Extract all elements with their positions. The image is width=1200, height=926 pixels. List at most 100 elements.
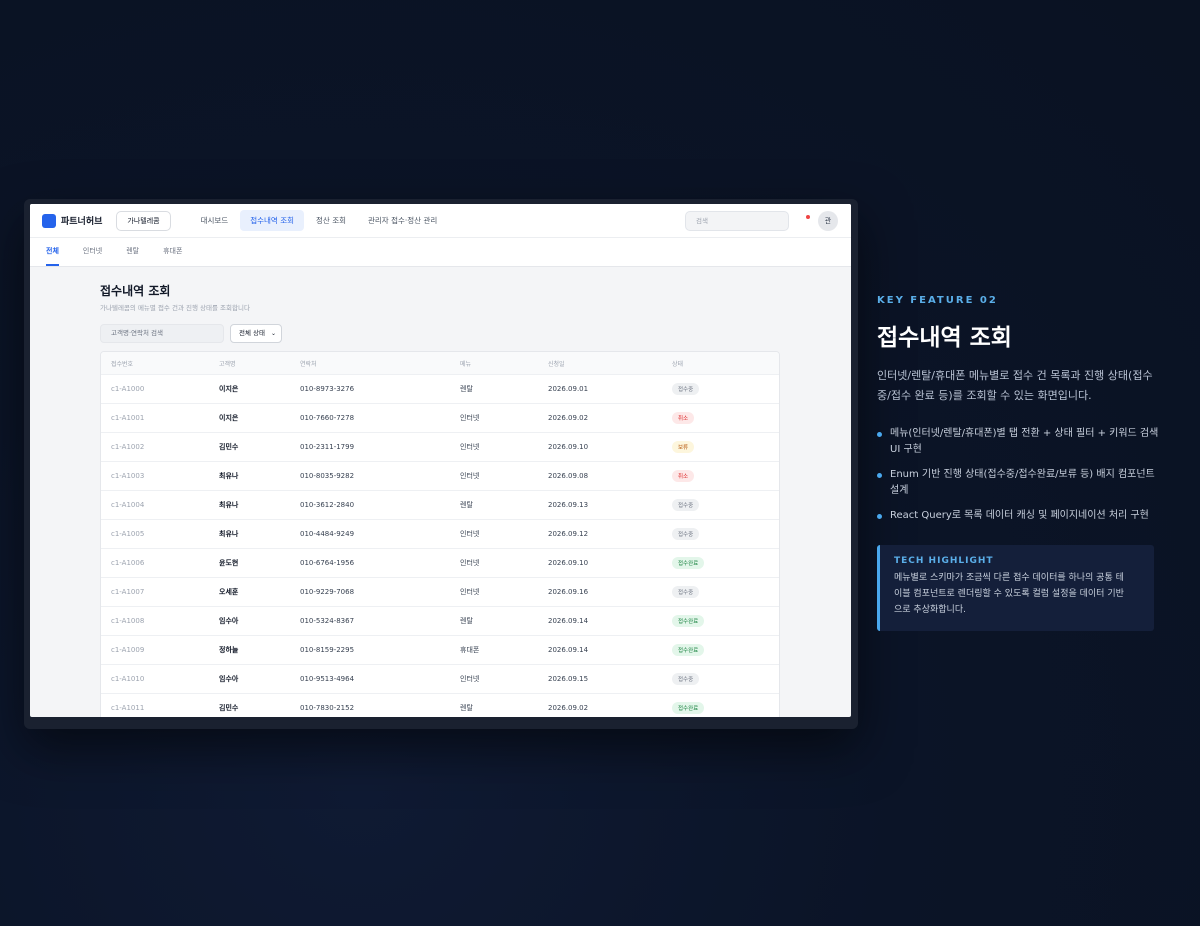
status-badge: 접수중	[672, 586, 700, 598]
app-screen: 파트너허브 가나텔레콤 대시보드 접수내역 조회 정산 조회 관리자 접수·정산…	[30, 204, 851, 717]
cell-menu: 렌탈	[460, 385, 473, 393]
status-badge: 접수중	[672, 673, 700, 685]
table-row[interactable]: c1-A1004 최유나 010-3612-2840 렌탈 2026.09.13 접수중	[101, 490, 779, 519]
cell-menu: 휴대폰	[460, 646, 480, 654]
cell-status: 접수중	[662, 383, 779, 395]
table-row[interactable]: c1-A1005 최유나 010-4484-9249 인터넷 2026.09.12 접수중	[101, 519, 779, 548]
nav-intake-history[interactable]: 접수내역 조회	[240, 210, 305, 231]
status-badge: 접수중	[672, 499, 700, 511]
cell-id: c1-A1009	[111, 646, 145, 654]
search-input[interactable]: 검색	[685, 211, 789, 231]
table-row[interactable]: c1-A1006 윤도현 010-6764-1956 인터넷 2026.09.10 접수완…	[101, 548, 779, 577]
app-logo[interactable]: 파트너허브	[42, 213, 103, 228]
cell-phone: 010-9513-4964	[300, 675, 355, 683]
cell-name: 이지은	[219, 385, 239, 393]
bullet-text: 메뉴(인터넷/렌탈/휴대폰)별 탭 전환 + 상태 필터 + 키워드 검색 UI…	[890, 428, 1159, 455]
table-row[interactable]: c1-A1008 임수아 010-5324-8367 렌탈 2026.09.14 접수완료	[101, 606, 779, 635]
table-row[interactable]: c1-A1002 김민수 010-2311-1799 인터넷 2026.09.10 보류	[101, 432, 779, 461]
tab-rental[interactable]: 렌탈	[126, 246, 139, 266]
cell-phone: 010-8159-2295	[300, 646, 355, 654]
keyword-search-input[interactable]: 고객명·연락처 검색	[100, 324, 224, 343]
status-badge: 접수중	[672, 383, 700, 395]
chevron-down-icon: ⌄	[270, 330, 276, 337]
feature-bullet: 메뉴(인터넷/렌탈/휴대폰)별 탭 전환 + 상태 필터 + 키워드 검색 UI…	[877, 426, 1159, 458]
cell-menu: 인터넷	[460, 588, 480, 596]
table-row[interactable]: c1-A1007 오세훈 010-9229-7068 인터넷 2026.09.16 접수중	[101, 577, 779, 606]
page-title: 접수내역 조회	[100, 284, 171, 298]
cell-name: 김민수	[219, 704, 239, 712]
table-row[interactable]: c1-A1010 임수아 010-9513-4964 인터넷 2026.09.15 접수중	[101, 664, 779, 693]
avatar[interactable]: 관	[818, 211, 838, 231]
cell-id: c1-A1005	[111, 530, 145, 538]
cell-menu: 인터넷	[460, 675, 480, 683]
status-badge: 접수완료	[672, 557, 705, 569]
cell-status: 접수중	[662, 586, 779, 598]
status-badge: 취소	[672, 412, 695, 424]
table-row[interactable]: c1-A1009 정하늘 010-8159-2295 휴대폰 2026.09.14 접수완…	[101, 635, 779, 664]
nav-settlement[interactable]: 정산 조회	[306, 210, 356, 231]
cell-menu: 렌탈	[460, 704, 473, 712]
bullet-dot-icon	[877, 432, 882, 437]
tab-internet[interactable]: 인터넷	[83, 246, 102, 266]
page-subtitle: 가나텔레콤의 메뉴별 접수 건과 진행 상태를 조회합니다	[100, 304, 250, 312]
header-date[interactable]: 신청일	[538, 359, 662, 368]
cell-menu: 인터넷	[460, 472, 480, 480]
cell-phone: 010-8973-3276	[300, 385, 355, 393]
cell-name: 임수아	[219, 617, 239, 625]
cell-name: 최유나	[219, 501, 239, 509]
cell-date: 2026.09.08	[548, 472, 589, 480]
cell-status: 접수완료	[662, 702, 779, 714]
feature-label: KEY FEATURE 02	[877, 295, 998, 306]
cell-phone: 010-2311-1799	[300, 443, 355, 451]
bullet-text: Enum 기반 진행 상태(접수중/접수완료/보류 등) 배지 컴포넌트 설계	[890, 469, 1155, 496]
status-badge: 취소	[672, 470, 695, 482]
cell-name: 김민수	[219, 443, 239, 451]
cell-status: 접수중	[662, 528, 779, 540]
table-row[interactable]: c1-A1000 이지은 010-8973-3276 렌탈 2026.09.01 접수중	[101, 374, 779, 403]
status-filter-select[interactable]: 전체 상태 ⌄	[230, 324, 282, 343]
menu-tabs: 전체 인터넷 렌탈 휴대폰	[30, 238, 851, 267]
nav-admin[interactable]: 관리자 접수·정산 관리	[358, 210, 447, 231]
cell-date: 2026.09.15	[548, 675, 589, 683]
table-header: 접수번호 고객명 연락처 메뉴 신청일 상태	[101, 352, 779, 374]
table-row[interactable]: c1-A1001 이지은 010-7660-7278 인터넷 2026.09.02 취소	[101, 403, 779, 432]
cell-id: c1-A1010	[111, 675, 145, 683]
cell-phone: 010-3612-2840	[300, 501, 355, 509]
cell-date: 2026.09.12	[548, 530, 589, 538]
status-badge: 접수완료	[672, 702, 705, 714]
header-status[interactable]: 상태	[662, 359, 779, 368]
tech-highlight-title: TECH HIGHLIGHT	[894, 556, 994, 566]
cell-id: c1-A1008	[111, 617, 145, 625]
notification-dot[interactable]	[806, 215, 810, 219]
cell-status: 보류	[662, 441, 779, 453]
cell-menu: 인터넷	[460, 414, 480, 422]
bullet-dot-icon	[877, 514, 882, 519]
partner-button[interactable]: 가나텔레콤	[116, 210, 171, 231]
cell-status: 접수완료	[662, 615, 779, 627]
cell-date: 2026.09.02	[548, 414, 589, 422]
cell-menu: 인터넷	[460, 530, 480, 538]
cell-name: 최유나	[219, 530, 239, 538]
logo-text: 파트너허브	[61, 217, 103, 227]
status-filter-value: 전체 상태	[239, 329, 265, 337]
cell-date: 2026.09.16	[548, 588, 589, 596]
cell-name: 정하늘	[219, 646, 239, 654]
nav-dashboard[interactable]: 대시보드	[191, 210, 239, 231]
tab-mobile[interactable]: 휴대폰	[163, 246, 182, 266]
logo-icon	[42, 213, 56, 228]
header-phone[interactable]: 연락처	[290, 359, 450, 368]
tab-all[interactable]: 전체	[46, 246, 59, 266]
table-row[interactable]: c1-A1011 김민수 010-7830-2152 렌탈 2026.09.02 접수완료	[101, 693, 779, 717]
feature-description: 인터넷/렌탈/휴대폰 메뉴별로 접수 건 목록과 진행 상태(접수중/접수 완료…	[877, 369, 1153, 402]
cell-menu: 인터넷	[460, 443, 480, 451]
header-id[interactable]: 접수번호	[101, 359, 209, 368]
cell-menu: 렌탈	[460, 501, 473, 509]
cell-date: 2026.09.02	[548, 704, 589, 712]
cell-phone: 010-4484-9249	[300, 530, 355, 538]
table-row[interactable]: c1-A1003 최유나 010-8035-9282 인터넷 2026.09.08 취소	[101, 461, 779, 490]
cell-name: 최유나	[219, 472, 239, 480]
header-menu[interactable]: 메뉴	[450, 359, 538, 368]
cell-id: c1-A1001	[111, 414, 145, 422]
header-name[interactable]: 고객명	[209, 359, 290, 368]
tech-highlight-box: TECH HIGHLIGHT 메뉴별로 스키마가 조금씩 다른 접수 데이터를 …	[877, 545, 1154, 631]
